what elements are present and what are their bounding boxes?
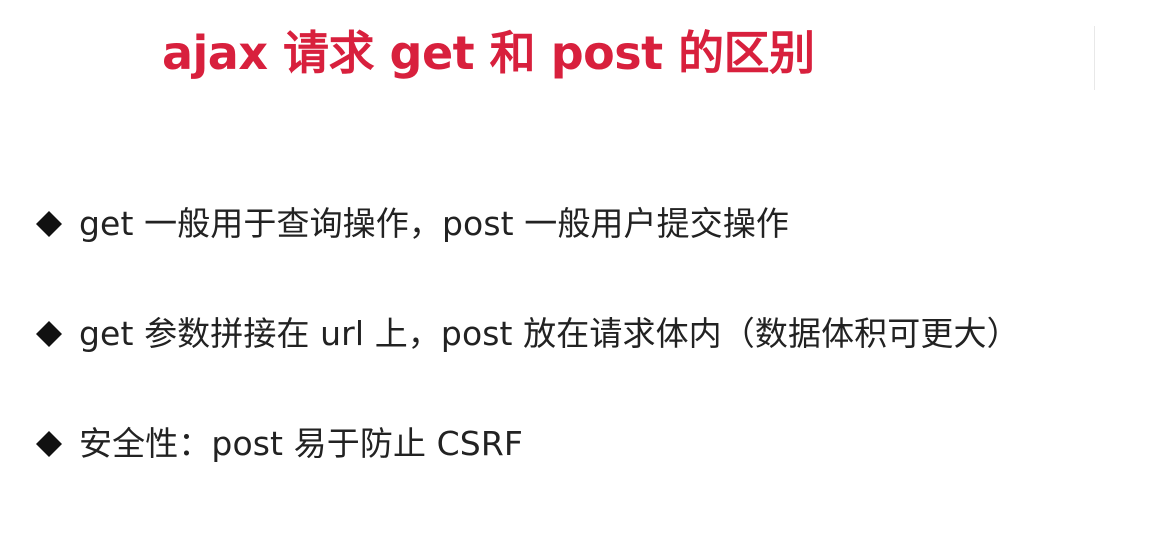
right-divider <box>1094 26 1095 90</box>
bullet-text: get 参数拼接在 url 上，post 放在请求体内（数据体积可更大） <box>79 314 1020 353</box>
slide-title: ajax 请求 get 和 post 的区别 <box>162 26 815 80</box>
diamond-icon <box>36 321 62 347</box>
diamond-icon <box>36 211 62 237</box>
bullet-item-security: 安全性：post 易于防止 CSRF <box>32 419 1132 469</box>
bullet-item-parameter-location: get 参数拼接在 url 上，post 放在请求体内（数据体积可更大） <box>32 309 1132 359</box>
bullet-item-get-post-usage: get 一般用于查询操作，post 一般用户提交操作 <box>32 199 1132 249</box>
bullet-text: 安全性：post 易于防止 CSRF <box>79 424 523 463</box>
diamond-icon <box>36 431 62 457</box>
bullet-text: get 一般用于查询操作，post 一般用户提交操作 <box>79 204 790 243</box>
slide: ajax 请求 get 和 post 的区别 get 一般用于查询操作，post… <box>0 0 1153 534</box>
